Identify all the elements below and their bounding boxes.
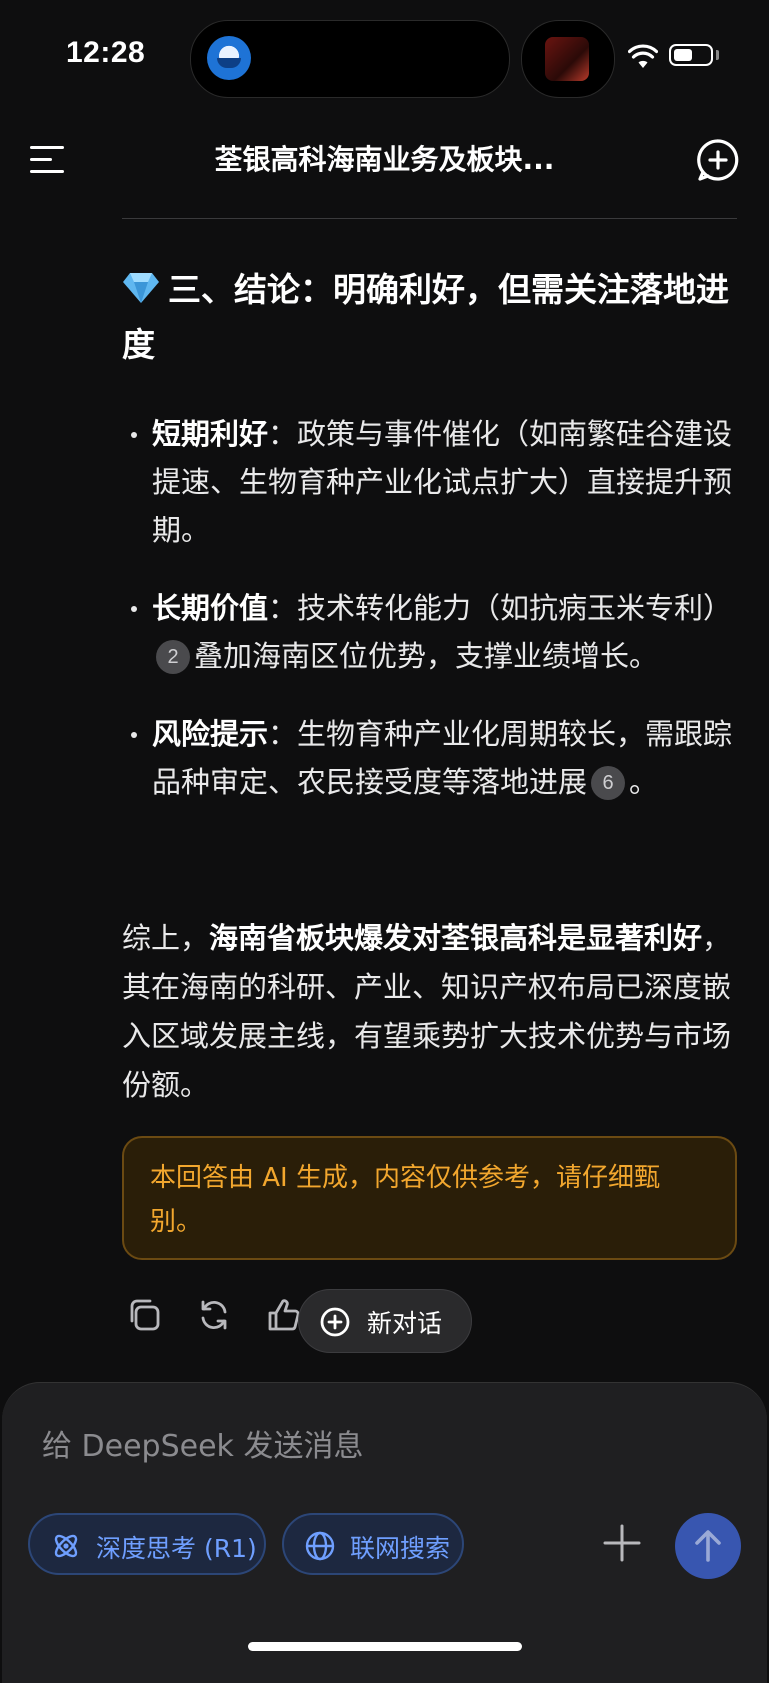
app-avatar-icon — [207, 36, 251, 80]
thumbs-up-icon[interactable] — [266, 1297, 302, 1333]
new-chat-button[interactable]: 新对话 — [298, 1289, 472, 1353]
deep-think-toggle[interactable]: 深度思考 (R1) — [28, 1513, 266, 1575]
battery-icon — [669, 44, 713, 66]
web-search-toggle[interactable]: 联网搜索 — [282, 1513, 464, 1575]
list-item: 短期利好：政策与事件催化（如南繁硅谷建设提速、生物育种产业化试点扩大）直接提升预… — [122, 410, 737, 554]
summary-paragraph: 综上，海南省板块爆发对荃银高科是显著利好，其在海南的科研、产业、知识产权布局已深… — [122, 921, 732, 1102]
message-input[interactable] — [40, 1419, 584, 1473]
wifi-icon — [628, 44, 658, 68]
section-title: 三、结论：明确利好，但需关注落地进度 — [122, 262, 737, 372]
list-item: 风险提示：生物育种产业化周期较长，需跟踪品种审定、农民接受度等落地进展 6。 — [122, 710, 737, 806]
bullet-list: 短期利好：政策与事件催化（如南繁硅谷建设提速、生物育种产业化试点扩大）直接提升预… — [122, 410, 737, 836]
page-title: 荃银高科海南业务及板块... — [214, 143, 555, 176]
album-art-icon — [545, 37, 589, 81]
citation-badge[interactable]: 6 — [591, 766, 626, 800]
new-chat-label: 新对话 — [367, 1309, 443, 1338]
status-time: 12:28 — [66, 36, 146, 69]
citation-badge[interactable]: 2 — [156, 640, 190, 674]
regenerate-icon[interactable] — [196, 1297, 232, 1333]
arrow-up-icon — [695, 1530, 721, 1562]
copy-icon[interactable] — [126, 1297, 162, 1333]
web-search-label: 联网搜索 — [350, 1534, 451, 1563]
now-playing-island — [521, 20, 615, 98]
new-chat-icon[interactable] — [696, 138, 740, 182]
deep-think-label: 深度思考 (R1) — [96, 1534, 257, 1563]
dynamic-island — [190, 20, 510, 98]
home-indicator[interactable] — [248, 1642, 522, 1651]
list-item: 长期价值：技术转化能力（如抗病玉米专利）2 叠加海南区位优势，支撑业绩增长。 — [122, 584, 737, 680]
attach-plus-icon[interactable] — [602, 1523, 642, 1563]
send-button[interactable] — [675, 1513, 741, 1579]
gem-icon — [123, 273, 159, 303]
section-title-text: 三、结论：明确利好，但需关注落地进度 — [122, 270, 729, 364]
composer: 深度思考 (R1) 联网搜索 — [2, 1382, 767, 1683]
new-chat-plus-icon — [320, 1307, 350, 1337]
globe-icon — [305, 1531, 335, 1561]
atom-icon — [54, 1534, 78, 1558]
ai-disclaimer: 本回答由 AI 生成，内容仅供参考，请仔细甄别。 — [122, 1136, 737, 1260]
header-divider — [122, 218, 737, 219]
